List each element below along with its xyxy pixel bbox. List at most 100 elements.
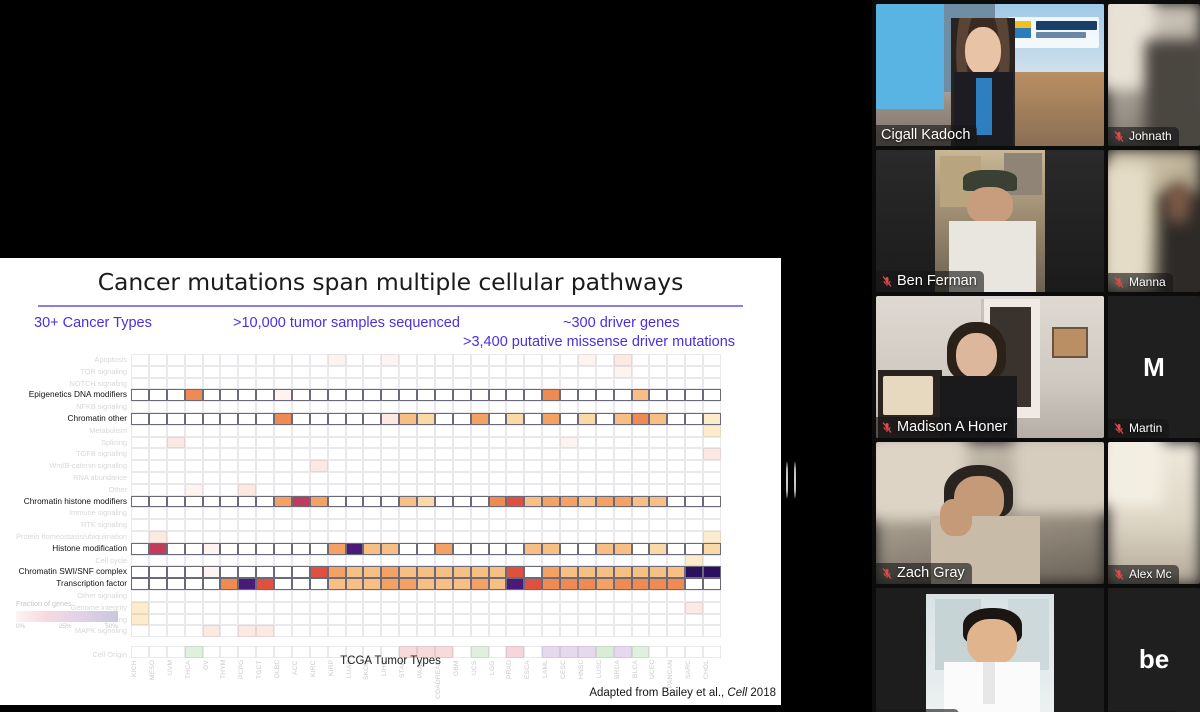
heatmap-cell [577, 354, 596, 366]
heatmap-cell [560, 424, 578, 437]
heatmap-cell [488, 507, 507, 520]
heatmap-cell [488, 601, 507, 614]
heatmap-cell [256, 625, 274, 638]
heatmap-cell [577, 554, 596, 567]
heatmap-cell [506, 507, 525, 520]
heatmap-cell [649, 401, 668, 413]
heatmap-cell [667, 389, 686, 402]
participant-nameplate: Ben Ferman [876, 271, 984, 292]
heatmap-cell [417, 377, 435, 390]
heatmap-cell [291, 578, 310, 590]
heatmap-cell [256, 542, 274, 555]
heatmap-cell [434, 566, 453, 579]
heatmap-cell [202, 354, 221, 366]
heatmap-cell [274, 542, 292, 555]
heatmap-cell [291, 436, 310, 449]
heatmap-cell [631, 530, 650, 543]
subtitle-missense: >3,400 putative missense driver mutation… [463, 334, 736, 350]
participant-tile[interactable]: Zach Gray [876, 442, 1104, 584]
heatmap-cell [131, 495, 149, 508]
heatmap-cell [309, 377, 328, 390]
heatmap-cell [202, 460, 221, 472]
heatmap-cell [381, 554, 400, 567]
heatmap-cell [649, 566, 668, 579]
heatmap-cell [345, 354, 364, 366]
participant-tile[interactable]: be bellacos [1108, 588, 1200, 712]
heatmap-cell [220, 589, 239, 602]
heatmap-cell [595, 542, 614, 555]
heatmap-cell [202, 507, 221, 520]
shared-screen-region[interactable]: Cancer mutations span multiple cellular … [0, 0, 872, 712]
presentation-slide[interactable]: Cancer mutations span multiple cellular … [0, 258, 781, 705]
heatmap-cell [381, 389, 400, 402]
heatmap-cell [291, 412, 310, 425]
participant-tile[interactable]: Alex Mc [1108, 442, 1200, 584]
heatmap-cell [291, 507, 310, 520]
participant-tile[interactable]: Lu Chen [876, 588, 1104, 712]
heatmap-cell [560, 601, 578, 614]
heatmap-cell [274, 401, 292, 413]
heatmap-cell [381, 589, 400, 602]
heatmap-cell [166, 530, 185, 543]
participant-tile[interactable]: Madison A Honer [876, 296, 1104, 438]
heatmap-cell [345, 401, 364, 413]
heatmap-cell [238, 401, 257, 413]
heatmap-cell [524, 530, 543, 543]
participant-name: Johnath [1129, 129, 1172, 143]
heatmap-row [131, 354, 721, 366]
participant-tile[interactable]: Ben Ferman [876, 150, 1104, 292]
heatmap-cell [148, 412, 167, 425]
heatmap-cell [309, 424, 328, 437]
heatmap-cell [220, 542, 239, 555]
heatmap-cell [184, 589, 203, 602]
heatmap-cell [613, 377, 632, 390]
heatmap-cell [595, 589, 614, 602]
heatmap-cell [703, 412, 721, 425]
heatmap-cell [685, 471, 703, 484]
heatmap-cell [184, 471, 203, 484]
participant-filmstrip[interactable]: Cigall Kadoch Johnath Ben Ferman Manna M… [872, 0, 1200, 712]
heatmap-cell [506, 412, 525, 425]
legend-tick-max: 50% [105, 623, 118, 630]
heatmap-cell [291, 354, 310, 366]
heatmap-cell [131, 530, 149, 543]
heatmap-cell [524, 412, 543, 425]
heatmap-cell [274, 566, 292, 579]
heatmap-cell [506, 483, 525, 496]
heatmap-cell [202, 530, 221, 543]
heatmap-cell [184, 613, 203, 626]
heatmap-cell [274, 554, 292, 567]
heatmap-cell [542, 354, 560, 366]
heatmap-cell [488, 566, 507, 579]
heatmap-cell [542, 542, 560, 555]
heatmap-cell [381, 613, 400, 626]
heatmap-cell [542, 448, 560, 461]
heatmap-cell [202, 566, 221, 579]
heatmap-cell [399, 613, 417, 626]
heatmap-cell [148, 471, 167, 484]
heatmap-cell [452, 519, 471, 531]
heatmap-cell [274, 589, 292, 602]
heatmap-cell [667, 519, 686, 531]
heatmap-cell [381, 507, 400, 520]
heatmap-row-label: Histone modification [52, 542, 127, 553]
heatmap-cell [184, 377, 203, 390]
participant-tile[interactable]: Manna [1108, 150, 1200, 292]
heatmap-cell [649, 589, 668, 602]
heatmap-cell [399, 460, 417, 472]
participant-tile[interactable]: Cigall Kadoch [876, 4, 1104, 146]
heatmap-cell [577, 436, 596, 449]
heatmap-cell [703, 601, 721, 614]
participant-tile[interactable]: Johnath [1108, 4, 1200, 146]
heatmap-cell [363, 471, 382, 484]
heatmap-cell [524, 495, 543, 508]
heatmap-cell [166, 554, 185, 567]
participant-tile[interactable]: M Martin [1108, 296, 1200, 438]
heatmap-row-label: TOR signaling [80, 366, 127, 376]
heatmap-row [131, 530, 721, 543]
heatmap-cell [506, 471, 525, 484]
heatmap-cell [434, 424, 453, 437]
heatmap-cell [417, 412, 435, 425]
heatmap-cell [452, 613, 471, 626]
share-drag-handle[interactable] [786, 462, 796, 498]
